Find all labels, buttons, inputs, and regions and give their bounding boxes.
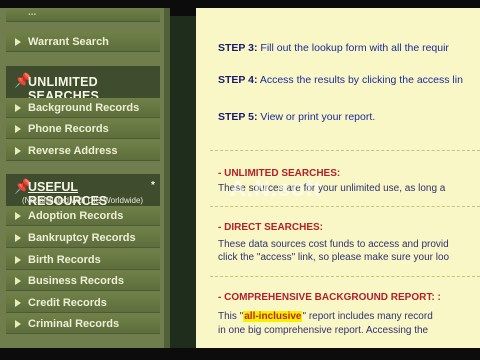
divider	[210, 150, 480, 151]
direct-searches-text-1: These data sources cost funds to access …	[218, 239, 449, 250]
step-text: View or print your report.	[260, 111, 376, 123]
section-useful-resources: 📌 USEFUL RESOURCES * (Not affiliated wit…	[6, 174, 160, 210]
sidebar-item-phone-records[interactable]: Phone Records	[6, 119, 160, 139]
step-text: Fill out the lookup form with all the re…	[260, 42, 449, 54]
arrow-icon	[15, 299, 21, 307]
divider	[210, 206, 480, 207]
sidebar-item-label: Reverse Address	[28, 145, 118, 157]
section-unlimited-searches: 📌 UNLIMITED SEARCHES	[6, 66, 160, 103]
sidebar-item-credit-records[interactable]: Credit Records	[6, 293, 160, 313]
step-3: STEP 3: Fill out the lookup form with al…	[218, 42, 449, 54]
sidebar-item-business-records[interactable]: Business Records	[6, 271, 160, 291]
letterbox-bottom	[0, 348, 480, 360]
sidebar-item-birth-records[interactable]: Birth Records	[6, 250, 160, 270]
sidebar-item-label: ...	[28, 8, 37, 18]
sidebar-item-bankruptcy-records[interactable]: Bankruptcy Records	[6, 228, 160, 248]
arrow-icon	[15, 212, 21, 220]
comprehensive-report-heading: - COMPREHENSIVE BACKGROUND REPORT: :	[218, 292, 441, 303]
sidebar-item-label: Bankruptcy Records	[28, 232, 136, 244]
sidebar-item-clipped[interactable]: ...	[6, 8, 160, 22]
watermark: A.N.soft	[230, 176, 323, 201]
arrow-icon	[15, 147, 21, 155]
step-text: Access the results by clicking the acces…	[259, 74, 463, 86]
sidebar-item-reverse-address[interactable]: Reverse Address	[6, 141, 160, 161]
sidebar-item-label: Background Records	[28, 102, 140, 114]
arrow-icon	[15, 38, 21, 46]
sidebar-item-label: Phone Records	[28, 123, 109, 135]
highlighted-term: all-inclusive	[243, 311, 303, 322]
arrow-icon	[15, 125, 21, 133]
sidebar-item-label: Business Records	[28, 275, 124, 287]
affiliation-note: (Not affiliated with CIS Worldwide)	[22, 196, 144, 205]
comprehensive-report-text-2: in one big comprehensive report. Accessi…	[218, 325, 429, 336]
arrow-icon	[15, 277, 21, 285]
step-label: STEP 5:	[218, 111, 258, 123]
arrow-icon	[15, 104, 21, 112]
sidebar-edge	[164, 8, 170, 352]
sidebar-item-label: Adoption Records	[28, 210, 124, 222]
sidebar-item-label: Criminal Records	[28, 318, 120, 330]
sidebar-item-label: Birth Records	[28, 254, 101, 266]
step-label: STEP 4:	[218, 74, 258, 86]
sidebar-item-background-records[interactable]: Background Records	[6, 98, 160, 118]
arrow-icon	[15, 256, 21, 264]
step-label: STEP 3:	[218, 42, 258, 54]
sidebar-item-adoption-records[interactable]: Adoption Records	[6, 206, 160, 226]
direct-searches-text-2: click the "access" link, so please make …	[218, 252, 450, 263]
comprehensive-report-text-1: This "all-inclusive" report includes man…	[218, 311, 433, 322]
step-5: STEP 5: View or print your report.	[218, 111, 375, 123]
asterisk: *	[151, 180, 155, 191]
arrow-icon	[15, 320, 21, 328]
arrow-icon	[15, 234, 21, 242]
sidebar-item-criminal-records[interactable]: Criminal Records	[6, 314, 160, 334]
direct-searches-heading: - DIRECT SEARCHES:	[218, 222, 324, 233]
divider	[210, 276, 480, 277]
sidebar-item-label: Credit Records	[28, 297, 107, 309]
screen: ... Warrant Search 📌 UNLIMITED SEARCHES …	[0, 0, 480, 360]
sidebar: ... Warrant Search 📌 UNLIMITED SEARCHES …	[0, 8, 170, 352]
sidebar-item-label: Warrant Search	[28, 36, 109, 48]
step-4: STEP 4: Access the results by clicking t…	[218, 74, 463, 86]
sidebar-item-warrant-search[interactable]: Warrant Search	[6, 32, 160, 52]
